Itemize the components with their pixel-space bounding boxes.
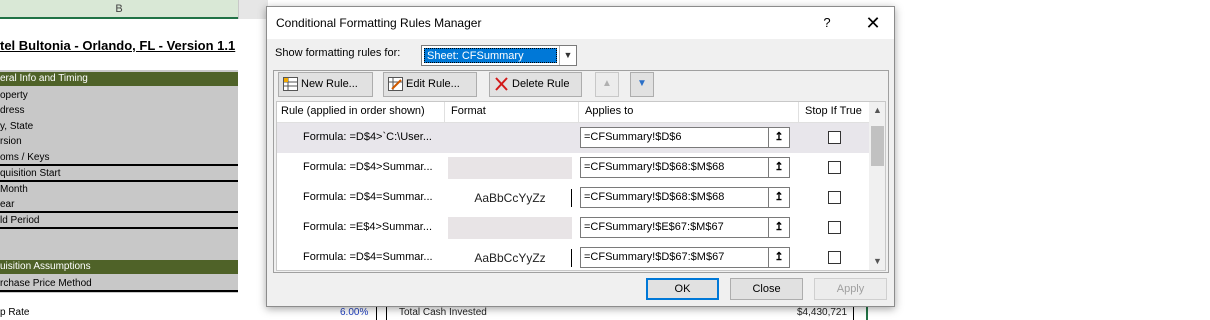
conditional-formatting-dialog: Conditional Formatting Rules Manager ? ✕… — [266, 6, 895, 307]
rule-formula: Formula: =D$4>Summar... — [303, 161, 433, 173]
new-rule-label: New Rule... — [301, 78, 358, 90]
rule-formula: Formula: =E$4>Summar... — [303, 221, 432, 233]
total-cash-invested-label[interactable]: Total Cash Invested — [399, 307, 487, 318]
collapse-range-icon[interactable]: ↥ — [768, 217, 790, 238]
format-border — [571, 249, 572, 267]
scroll-up-icon[interactable]: ▲ — [869, 102, 885, 119]
cell-border — [376, 305, 377, 320]
section-header-general: eral Info and Timing — [0, 72, 238, 86]
col-separator — [578, 102, 579, 123]
format-preview — [448, 157, 572, 179]
ok-button[interactable]: OK — [646, 278, 719, 300]
show-rules-select[interactable]: Sheet: CFSummary ▼ — [421, 45, 577, 66]
stop-if-true-checkbox[interactable] — [828, 221, 841, 234]
cap-rate-value[interactable]: 6.00% — [340, 307, 368, 318]
help-button[interactable]: ? — [817, 14, 837, 32]
sheet-title: tel Bultonia - Orlando, FL - Version 1.1 — [0, 38, 236, 53]
rule-row[interactable]: Formula: =D$4>Summar... =CFSummary!$D$68… — [277, 153, 869, 183]
column-header-b[interactable]: B — [0, 0, 238, 19]
sheet-row-label[interactable]: operty — [0, 88, 238, 104]
close-icon[interactable]: ✕ — [861, 13, 885, 33]
applies-to-input[interactable]: =CFSummary!$E$67:$M$67 — [580, 217, 771, 238]
vertical-scrollbar[interactable]: ▲ ▼ — [869, 102, 885, 270]
applies-to-input[interactable]: =CFSummary!$D$67:$M$67 — [580, 247, 771, 268]
col-header-format[interactable]: Format — [451, 105, 486, 117]
dialog-titlebar[interactable]: Conditional Formatting Rules Manager ? ✕ — [267, 7, 894, 39]
stop-if-true-checkbox[interactable] — [828, 191, 841, 204]
format-preview — [448, 217, 572, 239]
format-preview — [448, 127, 572, 149]
delete-rule-label: Delete Rule — [512, 78, 570, 90]
close-button[interactable]: Close — [730, 278, 803, 300]
section-header-acquisition: uisition Assumptions — [0, 260, 238, 274]
chevron-down-icon[interactable]: ▼ — [559, 46, 576, 65]
sheet-row-label[interactable]: dress — [0, 103, 238, 119]
apply-button[interactable]: Apply — [814, 278, 887, 300]
applies-to-input[interactable]: =CFSummary!$D$68:$M$68 — [580, 157, 771, 178]
collapse-range-icon[interactable]: ↥ — [768, 127, 790, 148]
scroll-down-icon[interactable]: ▼ — [869, 253, 885, 270]
applies-to-input[interactable]: =CFSummary!$D$68:$M$68 — [580, 187, 771, 208]
stop-if-true-checkbox[interactable] — [828, 161, 841, 174]
edit-rule-icon — [388, 77, 403, 91]
col-separator — [444, 102, 445, 123]
new-rule-button[interactable]: New Rule... — [278, 72, 373, 97]
sheet-row-label[interactable]: rchase Price Method — [0, 276, 238, 292]
rule-formula: Formula: =D$4=Summar... — [303, 251, 433, 263]
dialog-title: Conditional Formatting Rules Manager — [276, 16, 482, 30]
bottom-sheet-row — [0, 305, 1210, 320]
collapse-range-icon[interactable]: ↥ — [768, 157, 790, 178]
collapse-range-icon[interactable]: ↥ — [768, 247, 790, 268]
rule-row[interactable]: Formula: =D$4>`C:\User... =CFSummary!$D$… — [277, 123, 869, 153]
sheet-row-label[interactable]: oms / Keys — [0, 150, 238, 166]
rule-formula: Formula: =D$4=Summar... — [303, 191, 433, 203]
sheet-row-label[interactable]: ld Period — [0, 213, 238, 229]
move-down-button[interactable]: ▼ — [630, 72, 654, 97]
show-rules-label: Show formatting rules for: — [275, 47, 401, 59]
cap-rate-label[interactable]: p Rate — [0, 307, 29, 318]
col-header-stop[interactable]: Stop If True — [805, 105, 862, 117]
col-header-applies[interactable]: Applies to — [585, 105, 633, 117]
delete-rule-button[interactable]: Delete Rule — [489, 72, 582, 97]
sheet-row-label[interactable]: y, State — [0, 119, 238, 135]
delete-icon — [495, 77, 508, 91]
rule-row[interactable]: Formula: =D$4=Summar... AaBbCcYyZz =CFSu… — [277, 243, 869, 270]
rule-row[interactable]: Formula: =E$4>Summar... =CFSummary!$E$67… — [277, 213, 869, 243]
rules-grid: Rule (applied in order shown) Format App… — [276, 101, 886, 271]
collapse-range-icon[interactable]: ↥ — [768, 187, 790, 208]
applies-to-input[interactable]: =CFSummary!$D$6 — [580, 127, 771, 148]
show-rules-value: Sheet: CFSummary — [424, 48, 557, 63]
col-separator — [798, 102, 799, 123]
stop-if-true-checkbox[interactable] — [828, 131, 841, 144]
total-cash-invested-value[interactable]: $4,430,721 — [797, 307, 847, 318]
spacer-row — [0, 293, 238, 305]
col-header-rule[interactable]: Rule (applied in order shown) — [281, 105, 425, 117]
rule-row[interactable]: Formula: =D$4=Summar... AaBbCcYyZz =CFSu… — [277, 183, 869, 213]
move-up-button[interactable]: ▲ — [595, 72, 619, 97]
edit-rule-label: Edit Rule... — [406, 78, 460, 90]
sheet-row-label[interactable]: Month — [0, 182, 238, 198]
format-border — [571, 189, 572, 207]
stop-if-true-checkbox[interactable] — [828, 251, 841, 264]
grid-header: Rule (applied in order shown) Format App… — [277, 102, 869, 123]
sheet-row-label[interactable]: rsion — [0, 134, 238, 150]
cell-border — [853, 305, 854, 320]
rule-formula: Formula: =D$4>`C:\User... — [303, 131, 432, 143]
new-rule-icon — [283, 77, 298, 91]
sheet-row-label[interactable]: ear — [0, 197, 238, 213]
edit-rule-button[interactable]: Edit Rule... — [383, 72, 477, 97]
column-header-c[interactable] — [238, 0, 268, 19]
format-preview: AaBbCcYyZz — [474, 191, 546, 205]
scroll-thumb[interactable] — [871, 126, 884, 166]
cell-border — [386, 305, 387, 320]
sheet-row-label[interactable]: quisition Start — [0, 166, 238, 182]
format-preview: AaBbCcYyZz — [474, 251, 546, 265]
